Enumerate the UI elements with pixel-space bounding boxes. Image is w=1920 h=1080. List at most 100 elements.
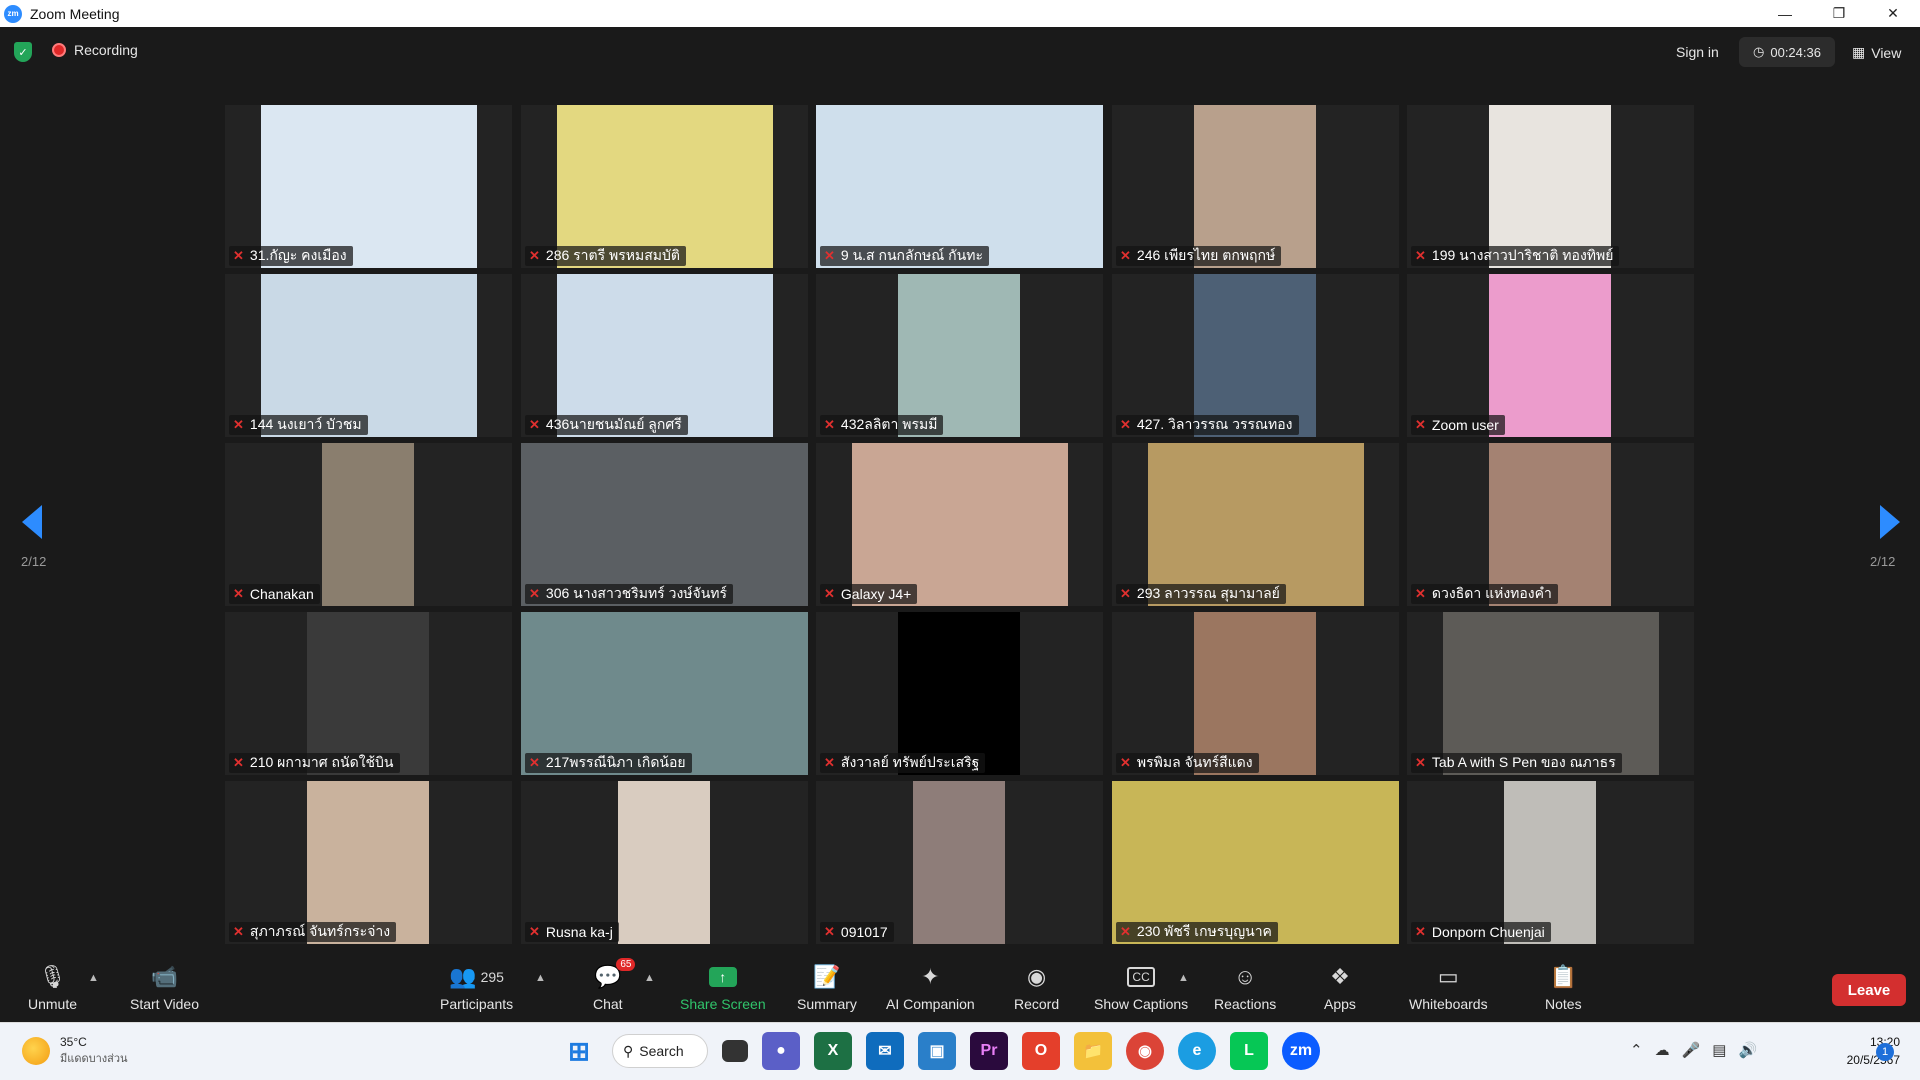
desktop-icon[interactable]: ▣ <box>918 1032 956 1070</box>
participant-tile[interactable]: ✕ 246 เพียรไทย ตกพฤกษ์ <box>1112 105 1399 268</box>
participant-tile[interactable]: ✕ 144 นงเยาว์ บัวชม <box>225 274 512 437</box>
summary-icon: 📝 <box>813 964 841 989</box>
participant-tile[interactable]: ✕ Rusna ka-j <box>521 781 808 944</box>
minimize-button[interactable]: — <box>1758 0 1812 27</box>
participant-tile[interactable]: ✕ พรพิมล จันทร์สีแดง <box>1112 612 1399 775</box>
close-window-button[interactable]: ✕ <box>1866 0 1920 27</box>
participant-name: ดวงธิดา แห่งทองคำ <box>1431 585 1552 601</box>
windows-start-icon[interactable]: ⊞ <box>560 1032 598 1070</box>
participant-tile[interactable]: ✕ 436นายชนมัณย์ ลูกศรี <box>521 274 808 437</box>
participant-tile[interactable]: ✕ 9 น.ส กนกลักษณ์ กันทะ <box>816 105 1103 268</box>
summary-button[interactable]: 📝 Summary <box>797 962 857 1012</box>
participant-tile[interactable]: ✕ Donporn Chuenjai <box>1407 781 1694 944</box>
chrome-icon[interactable]: ◉ <box>1126 1032 1164 1070</box>
participant-name: 31.กัญะ คงเมือง <box>249 247 347 263</box>
sparkle-icon: ✦ <box>921 964 940 989</box>
participant-tile[interactable]: ✕ 210 ผกามาศ ถนัดใช้บิน <box>225 612 512 775</box>
meeting-timer: ◷ 00:24:36 <box>1739 37 1835 67</box>
chat-caret-icon[interactable]: ▲ <box>644 972 655 984</box>
muted-mic-icon: ✕ <box>1120 417 1131 432</box>
participant-name-label: ✕ 144 นงเยาว์ บัวชม <box>229 415 368 435</box>
participant-tile[interactable]: ✕ 091017 <box>816 781 1103 944</box>
share-screen-button[interactable]: ↑ Share Screen <box>680 962 766 1012</box>
participant-tile[interactable]: ✕ 293 ลาวรรณ สุมามาลย์ <box>1112 443 1399 606</box>
participant-tile[interactable]: ✕ Chanakan <box>225 443 512 606</box>
onedrive-icon[interactable]: ☁ <box>1655 1041 1670 1059</box>
participant-tile[interactable]: ✕ Galaxy J4+ <box>816 443 1103 606</box>
participant-name: 199 นางสาวปาริชาติ ทองทิพย์ <box>1431 247 1614 263</box>
teams-icon[interactable]: ● <box>762 1032 800 1070</box>
participant-tile[interactable]: ✕ 230 พัชรี เกษรบุญนาค <box>1112 781 1399 944</box>
participant-tile[interactable]: ✕ 432ลลิตา พรมมี <box>816 274 1103 437</box>
excel-icon[interactable]: X <box>814 1032 852 1070</box>
premiere-pro-icon[interactable]: Pr <box>970 1032 1008 1070</box>
restore-button[interactable]: ❐ <box>1812 0 1866 27</box>
start-video-button[interactable]: 📹 Start Video <box>130 962 199 1012</box>
participant-name: 144 นงเยาว์ บัวชม <box>249 416 362 432</box>
meeting-toolbar: 🎙 Unmute ▲ 📹 Start Video 👥 295 Participan… <box>0 952 1920 1022</box>
participant-tile[interactable]: ✕ Tab A with S Pen ของ ณภาธร <box>1407 612 1694 775</box>
captions-caret-icon[interactable]: ▲ <box>1178 972 1189 984</box>
record-icon: ◉ <box>1026 964 1047 989</box>
office-icon[interactable]: O <box>1022 1032 1060 1070</box>
zoom-taskbar-icon[interactable]: zm <box>1282 1032 1320 1070</box>
participant-video <box>557 105 773 268</box>
muted-mic-icon: ✕ <box>1415 586 1426 601</box>
participant-name-label: ✕ 217พรรณีนิภา เกิดน้อย <box>525 753 692 773</box>
unmute-button[interactable]: 🎙 Unmute <box>28 962 77 1012</box>
muted-mic-icon: ✕ <box>1415 417 1426 432</box>
leave-button[interactable]: Leave <box>1832 974 1906 1006</box>
participants-caret-icon[interactable]: ▲ <box>535 972 546 984</box>
task-view-icon[interactable] <box>722 1040 748 1062</box>
show-hidden-icons-chevron-icon[interactable]: ⌃ <box>1630 1041 1643 1059</box>
muted-mic-icon: ✕ <box>233 586 244 601</box>
apps-icon: ❖ <box>1330 964 1350 989</box>
edge-icon[interactable]: e <box>1178 1032 1216 1070</box>
line-icon[interactable]: L <box>1230 1032 1268 1070</box>
show-captions-button[interactable]: CC Show Captions <box>1094 962 1188 1012</box>
participant-tile[interactable]: ✕ 427. วิลาวรรณ วรรณทอง <box>1112 274 1399 437</box>
participant-name: 293 ลาวรรณ สุมามาลย์ <box>1136 585 1280 601</box>
participant-name-label: ✕ 31.กัญะ คงเมือง <box>229 246 353 266</box>
notes-button[interactable]: 📋 Notes <box>1545 962 1582 1012</box>
participant-tile[interactable]: ✕ 217พรรณีนิภา เกิดน้อย <box>521 612 808 775</box>
participant-name-label: ✕ สุภาภรณ์ จันทร์กระจ่าง <box>229 922 397 942</box>
encryption-shield-icon[interactable]: ✓ <box>14 42 32 62</box>
participant-name: 432ลลิตา พรมมี <box>840 416 938 432</box>
windows-taskbar: 35°C มีแดดบางส่วน ⊞ ⚲ Search ● X ✉ ▣ Pr … <box>0 1022 1920 1080</box>
weather-widget[interactable]: 35°C มีแดดบางส่วน <box>22 1035 128 1067</box>
notification-badge[interactable]: 1 <box>1876 1043 1894 1061</box>
sign-in-link[interactable]: Sign in <box>1676 44 1719 60</box>
ai-companion-button[interactable]: ✦ AI Companion <box>886 962 975 1012</box>
mail-icon[interactable]: ✉ <box>866 1032 904 1070</box>
speaker-icon[interactable]: 🔊 <box>1738 1041 1757 1059</box>
view-button[interactable]: ▦ View <box>1852 44 1901 61</box>
participant-video <box>816 105 1103 268</box>
participant-video <box>557 274 773 437</box>
participant-tile[interactable]: ✕ 286 ราตรี พรหมสมบัติ <box>521 105 808 268</box>
participant-tile[interactable]: ✕ ดวงธิดา แห่งทองคำ <box>1407 443 1694 606</box>
microphone-icon[interactable]: 🎤 <box>1682 1041 1701 1059</box>
network-icon[interactable]: ▤ <box>1712 1041 1726 1059</box>
participant-tile[interactable]: ✕ 306 นางสาวชริมทร์ วงษ์จันทร์ <box>521 443 808 606</box>
reactions-button[interactable]: ☺ Reactions <box>1214 962 1276 1012</box>
recording-indicator[interactable]: Recording <box>52 42 138 58</box>
taskbar-search[interactable]: ⚲ Search <box>612 1034 708 1068</box>
next-page-arrow-icon[interactable] <box>1880 505 1900 539</box>
participant-tile[interactable]: ✕ สังวาลย์ ทรัพย์ประเสริฐ <box>816 612 1103 775</box>
apps-button[interactable]: ❖ Apps <box>1324 962 1356 1012</box>
record-button[interactable]: ◉ Record <box>1014 962 1059 1012</box>
participant-tile[interactable]: ✕ Zoom user <box>1407 274 1694 437</box>
participants-button[interactable]: 👥 295 Participants <box>440 962 513 1012</box>
muted-mic-icon: ✕ <box>233 755 244 770</box>
whiteboards-button[interactable]: ▭ Whiteboards <box>1409 962 1488 1012</box>
chat-button[interactable]: 💬 65 Chat <box>593 958 636 1012</box>
audio-options-caret-icon[interactable]: ▲ <box>88 972 99 984</box>
participant-video <box>1504 781 1596 944</box>
participant-name-label: ✕ Tab A with S Pen ของ ณภาธร <box>1411 753 1622 773</box>
participant-tile[interactable]: ✕ 31.กัญะ คงเมือง <box>225 105 512 268</box>
participant-tile[interactable]: ✕ สุภาภรณ์ จันทร์กระจ่าง <box>225 781 512 944</box>
file-explorer-icon[interactable]: 📁 <box>1074 1032 1112 1070</box>
participant-tile[interactable]: ✕ 199 นางสาวปาริชาติ ทองทิพย์ <box>1407 105 1694 268</box>
previous-page-arrow-icon[interactable] <box>22 505 42 539</box>
